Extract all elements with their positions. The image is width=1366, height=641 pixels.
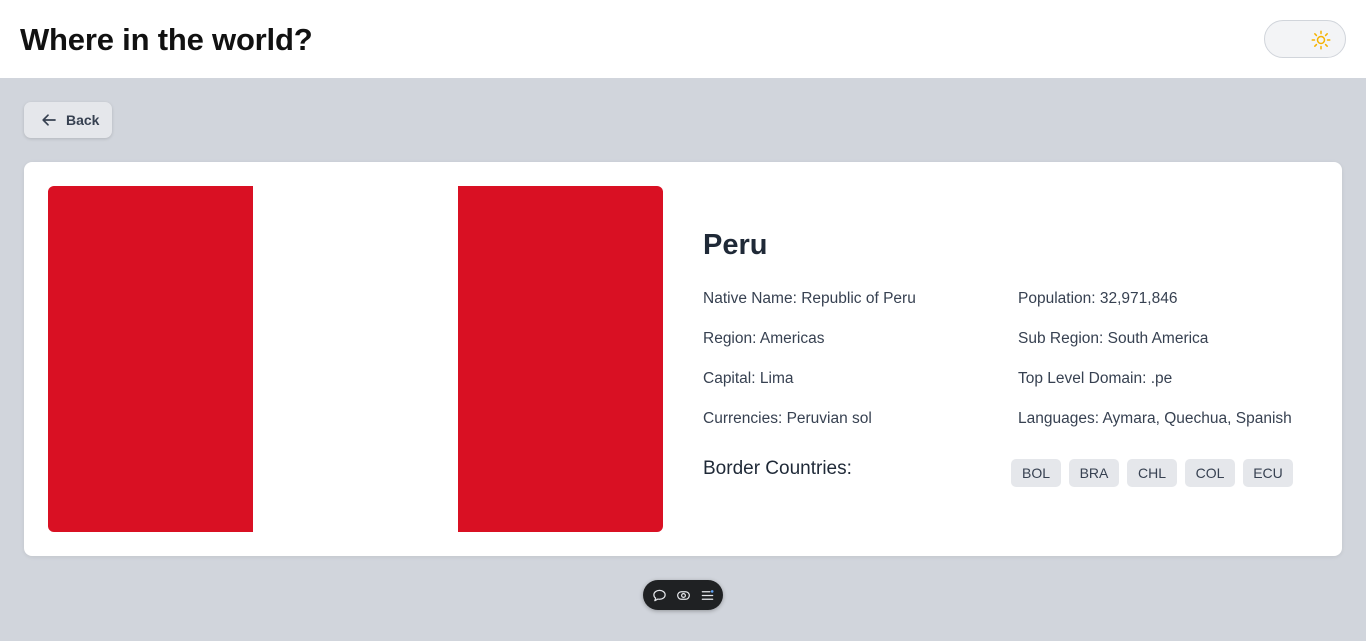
eye-icon[interactable] xyxy=(676,588,691,603)
back-label: Back xyxy=(66,112,100,128)
theme-toggle[interactable] xyxy=(1264,20,1346,58)
back-button[interactable]: Back xyxy=(24,102,112,138)
border-country-chl[interactable]: CHL xyxy=(1127,459,1177,487)
population-detail: Population: 32,971,846 xyxy=(1018,290,1177,308)
region-detail: Region: Americas xyxy=(703,330,825,348)
detail-label: Native Name: xyxy=(703,290,797,307)
sub-region-detail: Sub Region: South America xyxy=(1018,330,1208,348)
detail-label: Languages: xyxy=(1018,410,1100,427)
native-name-detail: Native Name: Republic of Peru xyxy=(703,290,916,308)
detail-label: Population: xyxy=(1018,290,1096,307)
detail-label: Sub Region: xyxy=(1018,330,1104,347)
border-country-col[interactable]: COL xyxy=(1185,459,1235,487)
top-level-domain-detail: Top Level Domain: .pe xyxy=(1018,370,1172,388)
detail-value: Peruvian sol xyxy=(786,410,872,427)
detail-label: Region: xyxy=(703,330,757,347)
capital-detail: Capital: Lima xyxy=(703,370,793,388)
floating-toolbar xyxy=(643,580,723,610)
app-header: Where in the world? xyxy=(0,0,1366,78)
comment-icon[interactable] xyxy=(652,588,667,603)
detail-value: .pe xyxy=(1150,370,1173,387)
flag-stripe-right xyxy=(458,186,663,532)
arrow-left-icon xyxy=(42,114,56,126)
detail-value: Aymara, Quechua, Spanish xyxy=(1102,410,1292,427)
languages-detail: Languages: Aymara, Quechua, Spanish xyxy=(1018,410,1292,428)
border-countries-list: BOL BRA CHL COL ECU xyxy=(1011,459,1293,487)
country-name: Peru xyxy=(703,229,768,261)
flag-stripe-center xyxy=(253,186,458,532)
detail-value: Americas xyxy=(759,330,825,347)
border-country-ecu[interactable]: ECU xyxy=(1243,459,1293,487)
border-country-bra[interactable]: BRA xyxy=(1069,459,1119,487)
detail-value: South America xyxy=(1107,330,1209,347)
app-title: Where in the world? xyxy=(20,22,313,57)
detail-value: Republic of Peru xyxy=(801,290,916,307)
menu-icon[interactable] xyxy=(700,588,715,603)
flag-stripe-left xyxy=(48,186,253,532)
detail-label: Capital: xyxy=(703,370,756,387)
border-country-bol[interactable]: BOL xyxy=(1011,459,1061,487)
detail-value: Lima xyxy=(759,370,794,387)
sun-icon xyxy=(1311,30,1331,50)
country-flag xyxy=(48,186,663,532)
currencies-detail: Currencies: Peruvian sol xyxy=(703,410,872,428)
detail-label: Currencies: xyxy=(703,410,783,427)
border-countries-label: Border Countries: xyxy=(703,458,852,479)
country-detail-card: Peru Native Name: Republic of Peru Regio… xyxy=(24,162,1342,556)
detail-value: 32,971,846 xyxy=(1099,290,1178,307)
detail-label: Top Level Domain: xyxy=(1018,370,1147,387)
